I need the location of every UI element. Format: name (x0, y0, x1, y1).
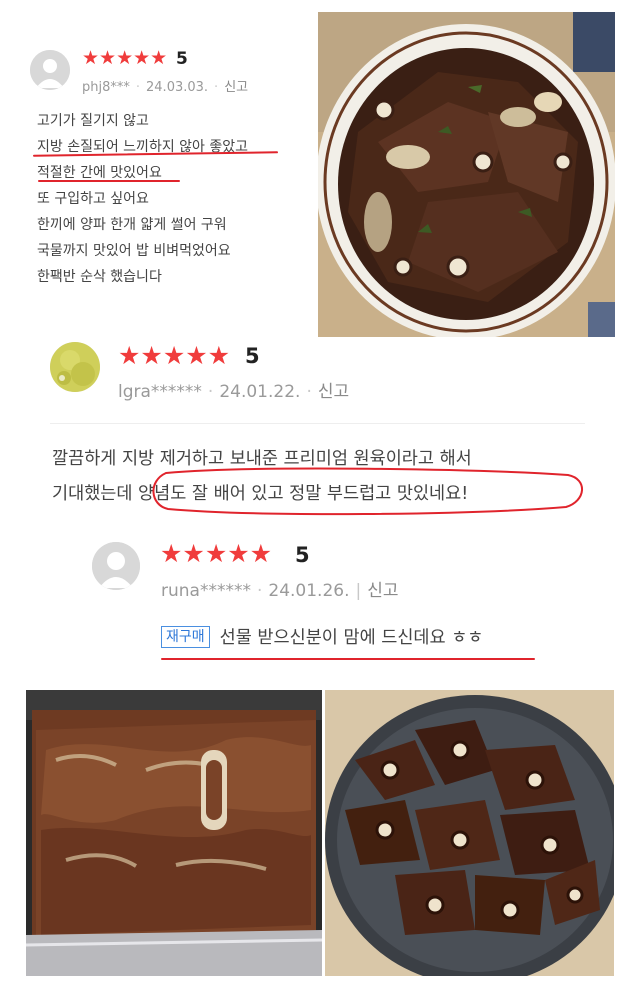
profile-photo-icon (50, 342, 100, 392)
report-link[interactable]: 신고 (367, 581, 398, 601)
rating-stars: ★★★★★ (82, 47, 168, 69)
review-line: 한끼에 양파 한개 얇게 썰어 구워 (37, 217, 227, 233)
rating-stars: ★★★★★ (118, 341, 231, 370)
grilled-galbi-image (325, 690, 614, 976)
report-link[interactable]: 신고 (318, 382, 349, 402)
user-avatar (50, 342, 100, 392)
review-date: 24.01.22. (219, 382, 301, 402)
highlight-ellipse (152, 467, 583, 516)
highlight-underline (161, 658, 535, 660)
review-meta: lgra****** · 24.01.22. · 신고 (118, 382, 350, 402)
review-photo-bowl[interactable] (318, 12, 615, 337)
review-line: 고기가 질기지 않고 (37, 113, 149, 129)
default-avatar-icon (92, 542, 140, 590)
reviewer-id: lgra****** (118, 382, 202, 402)
review-body: 재구매 선물 받으신분이 맘에 드신데요 ㅎㅎ (161, 624, 483, 649)
review-date: 24.03.03. (146, 80, 209, 95)
galbi-bowl-image (318, 12, 615, 337)
rating-score: 5 (245, 344, 260, 368)
default-avatar-icon (30, 50, 70, 90)
review-line: 적절한 간에 맛있어요 (37, 165, 162, 181)
review-text: 선물 받으신분이 맘에 드신데요 ㅎㅎ (219, 628, 484, 648)
review-line: 또 구입하고 싶어요 (37, 191, 149, 207)
repurchase-badge: 재구매 (161, 625, 210, 648)
review-photo-raw-galbi[interactable] (26, 690, 322, 976)
highlight-underline (38, 180, 180, 182)
review-line: 국물까지 맛있어 밥 비벼먹었어요 (37, 243, 231, 259)
review-date: 24.01.26. (268, 581, 350, 601)
divider (50, 423, 585, 424)
user-avatar (30, 50, 70, 90)
rating-stars: ★★★★★ (160, 539, 273, 568)
review-meta: phj8*** · 24.03.03. · 신고 (82, 80, 249, 95)
user-avatar (92, 542, 140, 590)
reviewer-id: runa****** (161, 581, 251, 601)
review-body: 고기가 질기지 않고 지방 손질되어 느끼하지 않아 좋았고 적절한 간에 맛있… (37, 108, 248, 290)
review-line: 한팩반 순삭 했습니다 (37, 269, 162, 285)
reviewer-id: phj8*** (82, 80, 130, 95)
raw-galbi-image (26, 690, 322, 976)
report-link[interactable]: 신고 (224, 80, 248, 95)
review-photo-grilled-galbi[interactable] (325, 690, 614, 976)
rating-score: 5 (176, 49, 188, 69)
rating-score: 5 (295, 543, 310, 567)
review-meta: runa****** · 24.01.26. | 신고 (161, 581, 399, 601)
